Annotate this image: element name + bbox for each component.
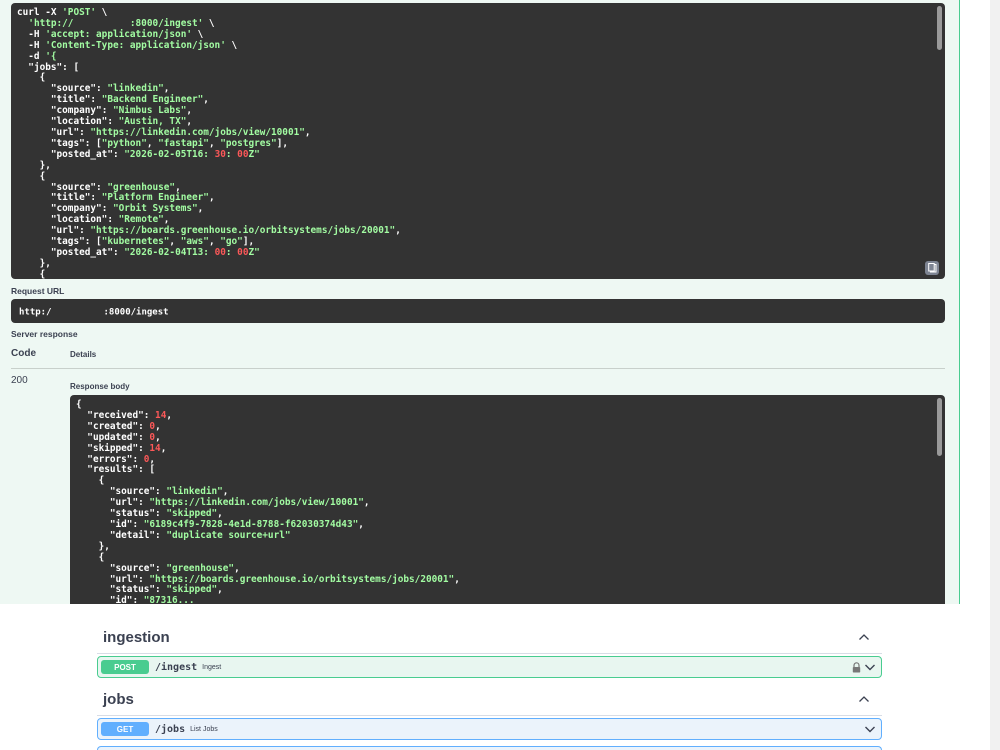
- tag-jobs-header[interactable]: jobs: [97, 682, 882, 716]
- method-badge-get: GET: [101, 722, 149, 736]
- response-body-block[interactable]: { "received": 14, "created": 0, "updated…: [70, 395, 945, 604]
- response-details-header: Details: [70, 350, 97, 359]
- chevron-down-icon[interactable]: [864, 724, 876, 734]
- chevron-up-icon[interactable]: [858, 632, 870, 642]
- redacted-host: [51, 306, 104, 318]
- tag-ingestion-title: ingestion: [103, 629, 170, 646]
- response-code-header: Code: [11, 348, 36, 359]
- operation-path: /ingest: [155, 661, 198, 673]
- clipboard-icon: [927, 263, 936, 273]
- curl-scrollbar-thumb[interactable]: [937, 6, 942, 50]
- tag-ingestion-header[interactable]: ingestion: [97, 620, 882, 654]
- response-scrollbar-thumb[interactable]: [937, 398, 942, 456]
- operation-get-jobs[interactable]: GET /jobs List Jobs: [97, 718, 882, 740]
- request-url-prefix: http:/: [19, 307, 52, 318]
- curl-command-block[interactable]: curl -X 'POST' \ 'http:// :8000/ingest' …: [11, 3, 945, 279]
- operation-summary: Ingest: [202, 663, 222, 671]
- request-url-box[interactable]: http:/ :8000/ingest: [11, 299, 945, 323]
- response-header-divider: [11, 368, 945, 369]
- operation-summary: List Jobs: [190, 725, 218, 733]
- curl-command-text: curl -X 'POST' \ 'http:// :8000/ingest' …: [17, 7, 401, 279]
- post-ingest-operation-panel: curl -X 'POST' \ 'http:// :8000/ingest' …: [0, 0, 960, 604]
- server-response-label: Server response: [11, 329, 78, 339]
- request-url-label: Request URL: [11, 286, 65, 296]
- operation-path: /jobs: [155, 723, 186, 735]
- swagger-page: curl -X 'POST' \ 'http:// :8000/ingest' …: [0, 0, 1000, 750]
- request-url-suffix: :8000/ingest: [103, 307, 169, 318]
- response-status-code: 200: [11, 375, 28, 386]
- page-scrollbar[interactable]: [990, 0, 1000, 750]
- chevron-up-icon[interactable]: [858, 694, 870, 704]
- method-badge-post: POST: [101, 660, 149, 674]
- response-body-label: Response body: [70, 382, 130, 391]
- response-body-text: { "received": 14, "created": 0, "updated…: [76, 399, 460, 604]
- operation-post-ingest[interactable]: POST /ingest Ingest: [97, 656, 882, 678]
- operation-get-next[interactable]: [97, 746, 882, 750]
- tag-jobs-title: jobs: [103, 691, 134, 708]
- chevron-down-icon[interactable]: [864, 662, 876, 672]
- copy-to-clipboard-button[interactable]: [925, 261, 939, 275]
- lock-icon[interactable]: [852, 661, 861, 673]
